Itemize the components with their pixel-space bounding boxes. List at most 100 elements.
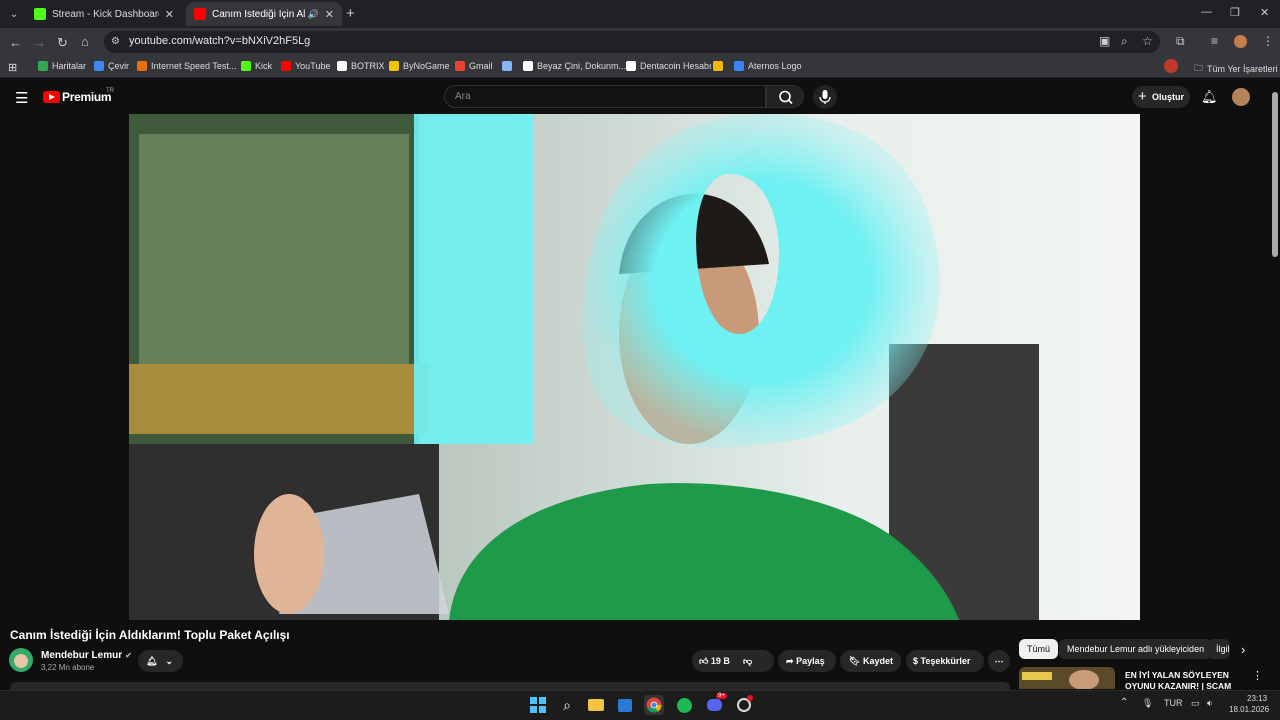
video-player[interactable]: ⚲ [129, 114, 1140, 620]
bookmark-haritalar[interactable]: Haritalar [38, 61, 86, 71]
bookmark-dentacoin-hesabı[interactable]: Dentacoin Hesabı [626, 61, 712, 71]
reading-list-icon[interactable]: ≡ [1211, 34, 1218, 48]
translate-icon [94, 61, 104, 71]
extension-pin-icon[interactable] [1164, 59, 1178, 73]
speaker-icon[interactable]: 🔊 [308, 9, 319, 20]
bookmark-kick[interactable]: Kick [241, 61, 272, 71]
verified-icon: ✔ [125, 651, 132, 660]
bookmark-youtube[interactable]: YouTube [281, 61, 330, 71]
chip-related[interactable]: İlgili [1208, 639, 1230, 659]
bookmark-binance[interactable] [713, 61, 727, 71]
extensions-icon[interactable]: ⧉ [1176, 34, 1185, 49]
recommended-menu-icon[interactable]: ⋮ [1252, 669, 1263, 682]
bookmark-star-icon[interactable]: ☆ [1142, 34, 1153, 48]
tray-overflow-icon[interactable]: ⌃ [1120, 697, 1128, 708]
youtube-logo-icon[interactable] [43, 91, 60, 103]
description-box[interactable] [10, 682, 1010, 690]
dislike-button[interactable]: 👎︎ [743, 656, 752, 667]
bookmark-aternos-logo[interactable]: Aternos Logo [734, 61, 802, 71]
voice-search-button[interactable] [813, 85, 837, 109]
youtube-icon [194, 8, 206, 20]
new-tab-button[interactable]: + [346, 5, 355, 22]
microsoft-store-icon[interactable] [615, 695, 635, 715]
all-bookmarks-button[interactable]: 🗀 Tüm Yer İşaretleri [1194, 61, 1278, 77]
chip-all[interactable]: Tümü [1019, 639, 1059, 659]
tab-youtube-video[interactable]: Canım İstediği İçin Aldıklarım 🔊 ✕ [186, 2, 342, 26]
more-horizontal-icon: ⋯ [994, 655, 1004, 666]
chevron-right-icon[interactable]: › [1241, 642, 1245, 657]
apps-grid-icon[interactable]: ⊞ [8, 61, 17, 74]
site-info-icon[interactable]: ⚙ [111, 36, 120, 47]
hamburger-menu-icon[interactable]: ☰ [15, 89, 28, 107]
bookmark-çevir[interactable]: Çevir [94, 61, 129, 71]
discord-icon[interactable]: 9+ [704, 693, 727, 715]
bookmark-internet-speed-test[interactable]: Internet Speed Test... [137, 61, 236, 71]
volume-icon[interactable]: 🔉︎ [1207, 698, 1213, 709]
reload-icon[interactable]: ↻ [57, 35, 68, 51]
recommended-thumbnail[interactable] [1019, 667, 1115, 689]
bookmark-gmail[interactable]: Gmail [455, 61, 493, 71]
bookmark-bynogame[interactable]: ByNoGame [389, 61, 450, 71]
chip-from-uploader[interactable]: Mendebur Lemur adlı yükleyiciden [1059, 639, 1213, 659]
profile-avatar[interactable] [1234, 35, 1247, 48]
channel-name[interactable]: Mendebur Lemur ✔ [41, 650, 132, 661]
microphone-tray-icon[interactable]: 🎙︎ [1142, 698, 1153, 709]
bookmark-botrix[interactable]: BOTRIX [337, 61, 385, 71]
dentacoin-icon [626, 61, 636, 71]
subscriber-count: 3,22 Mn abone [41, 663, 95, 672]
subscription-bell-button[interactable]: 🔔︎ ⌄ [138, 650, 183, 672]
zoom-icon[interactable]: ⌕ [1121, 34, 1128, 49]
file-explorer-icon[interactable] [586, 695, 606, 715]
cast-icon[interactable]: ▣ [1099, 34, 1110, 48]
like-button[interactable]: 👍︎ 19 B [699, 656, 730, 667]
aternos-icon [734, 61, 744, 71]
more-actions-button[interactable]: ⋯ [988, 650, 1010, 672]
windows-start-icon[interactable] [528, 695, 548, 715]
kick-icon [34, 8, 46, 20]
clock-date[interactable]: 18.01.2026 [1229, 705, 1269, 714]
search-button[interactable] [766, 85, 804, 108]
bookmark-globe[interactable] [502, 61, 516, 71]
windows-taskbar [0, 690, 1280, 720]
url-text: youtube.com/watch?v=bNXiV2hF5Lg [129, 35, 311, 47]
globe-icon [502, 61, 512, 71]
save-icon: 🔖︎ [849, 655, 861, 666]
youtube-premium-logo[interactable]: Premium [62, 90, 112, 104]
folder-icon: 🗀 [1194, 63, 1204, 73]
close-tab-icon[interactable]: ✕ [165, 8, 174, 21]
thanks-button[interactable]: $ Teşekkürler [906, 650, 984, 672]
spotify-icon[interactable] [674, 695, 694, 715]
chrome-icon[interactable] [644, 695, 664, 715]
speedtest-icon [137, 61, 147, 71]
bookmark-beyaz-çini-dokunm[interactable]: Beyaz Çini, Dokunm... [523, 61, 626, 71]
tab-search-button[interactable]: ⌄ [4, 4, 24, 24]
network-icon[interactable]: ▭ [1191, 698, 1200, 709]
notifications-bell-icon[interactable]: 🔔︎ [1201, 89, 1218, 105]
thumbs-down-icon: 👎︎ [742, 655, 753, 666]
input-language[interactable]: TUR [1164, 698, 1183, 708]
back-icon[interactable]: ← [9, 35, 22, 50]
channel-avatar[interactable] [9, 648, 33, 672]
forward-icon[interactable]: → [33, 35, 46, 50]
recommended-video-title[interactable]: EN İYİ YALAN SÖYLEYEN OYUNU KAZANIR! | S… [1125, 670, 1245, 690]
clock-time[interactable]: 23:13 [1247, 694, 1267, 703]
chevron-down-icon: ⌄ [9, 8, 19, 20]
share-button[interactable]: ➦ Paylaş [778, 650, 836, 672]
minimize-icon[interactable]: — [1201, 6, 1212, 18]
menu-kebab-icon[interactable]: ⋮ [1262, 34, 1274, 48]
close-window-icon[interactable]: ✕ [1260, 6, 1269, 19]
bynogame-icon [389, 61, 399, 71]
create-button[interactable]: + Oluştur [1132, 86, 1190, 108]
app-icon[interactable] [734, 695, 754, 715]
account-avatar[interactable] [1232, 88, 1250, 106]
taskbar-search-icon[interactable]: ⌕ [557, 695, 577, 715]
thanks-icon: $ [913, 656, 919, 666]
search-icon [779, 90, 793, 105]
scrollbar-thumb[interactable] [1272, 92, 1278, 257]
close-tab-icon[interactable]: ✕ [325, 8, 334, 21]
search-input[interactable]: Ara [444, 85, 766, 108]
save-button[interactable]: 🔖︎ Kaydet [840, 650, 901, 672]
maximize-icon[interactable]: ❐ [1230, 6, 1240, 19]
tab-kick-dashboard[interactable]: Stream - Kick Dashboard ✕ [26, 2, 182, 26]
home-icon[interactable]: ⌂ [81, 34, 89, 49]
